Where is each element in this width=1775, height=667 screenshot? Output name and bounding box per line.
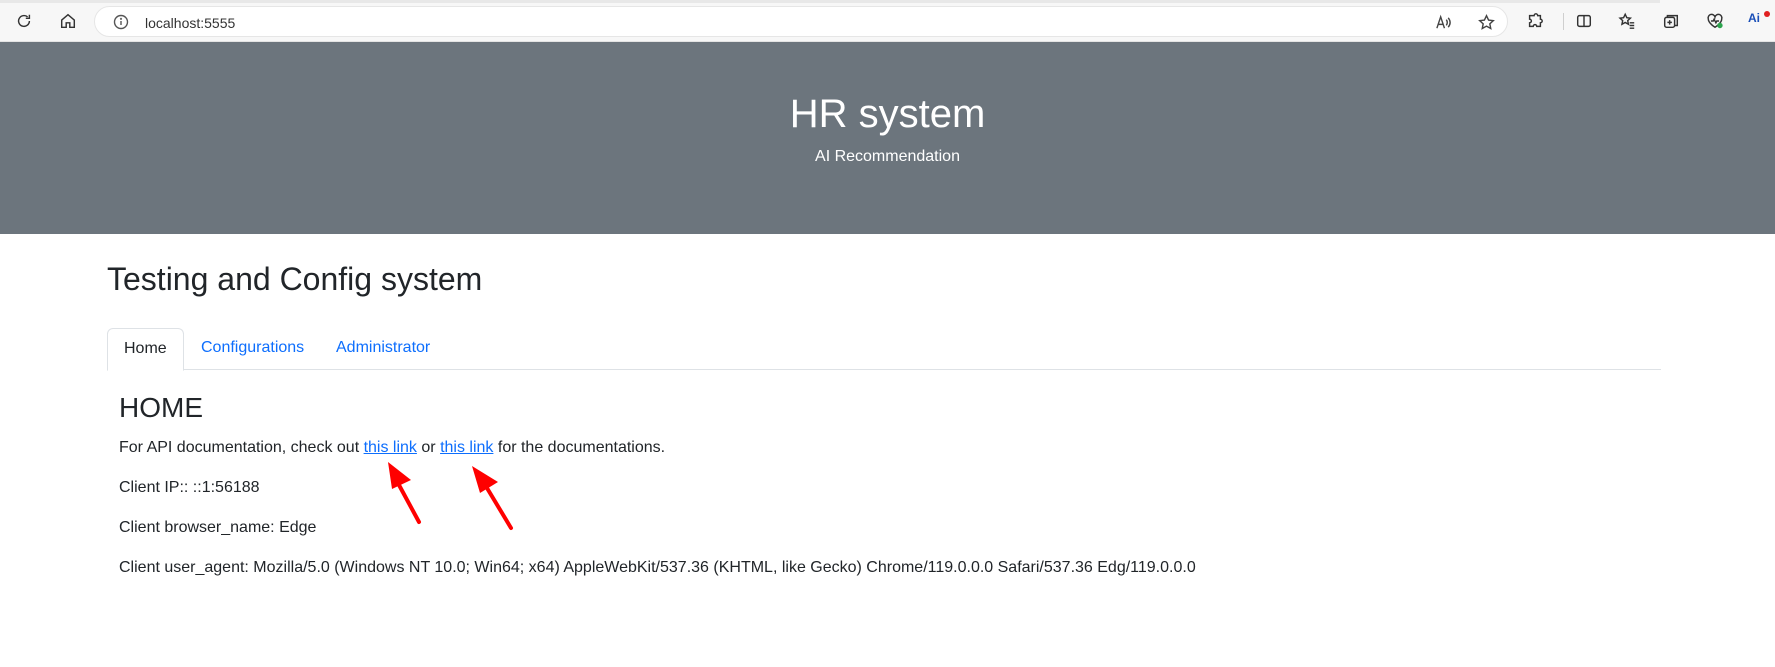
extensions-icon[interactable] xyxy=(1525,11,1545,31)
section-heading: HOME xyxy=(119,392,203,423)
tab-administrator[interactable]: Administrator xyxy=(320,328,446,370)
api-text-middle: or xyxy=(416,439,441,456)
api-doc-link-1[interactable]: this link xyxy=(364,439,417,456)
read-aloud-icon[interactable] xyxy=(1435,14,1453,32)
refresh-icon[interactable] xyxy=(14,11,34,31)
tab-configurations[interactable]: Configurations xyxy=(185,328,320,370)
client-user-agent: Client user_agent: Mozilla/5.0 (Windows … xyxy=(119,559,1196,576)
info-icon[interactable] xyxy=(113,14,129,30)
favorite-star-icon[interactable] xyxy=(1478,14,1496,32)
address-bar[interactable]: localhost:5555 xyxy=(94,6,1508,37)
ai-badge-icon[interactable]: Ai xyxy=(1748,11,1770,31)
home-icon[interactable] xyxy=(58,11,78,31)
collections-icon[interactable] xyxy=(1661,11,1681,31)
toolbar-separator xyxy=(1563,13,1564,30)
favorites-icon[interactable] xyxy=(1617,11,1637,31)
site-title: HR system xyxy=(789,92,986,136)
tab-home[interactable]: Home xyxy=(107,328,184,371)
client-browser-name: Client browser_name: Edge xyxy=(119,519,317,536)
ai-badge-text: Ai xyxy=(1748,11,1760,25)
api-doc-text: For API documentation, check out this li… xyxy=(119,436,1619,460)
api-text-before: For API documentation, check out xyxy=(119,439,364,456)
tab-strip-edge xyxy=(0,0,1660,3)
split-screen-icon[interactable] xyxy=(1574,11,1594,31)
page-title: Testing and Config system xyxy=(107,261,483,297)
tab-bar: Home Configurations Administrator xyxy=(107,328,1661,371)
browser-essentials-icon[interactable] xyxy=(1705,11,1725,31)
notification-dot xyxy=(1764,11,1770,17)
api-doc-link-2[interactable]: this link xyxy=(440,439,493,456)
home-panel: HOME For API documentation, check out th… xyxy=(119,394,1619,596)
site-header: HR system AI Recommendation xyxy=(0,42,1775,234)
api-text-after: for the documentations. xyxy=(493,439,666,456)
url-text[interactable]: localhost:5555 xyxy=(145,15,235,31)
client-ip: Client IP:: ::1:56188 xyxy=(119,479,260,496)
browser-toolbar: localhost:5555 Ai xyxy=(0,0,1775,42)
site-subtitle: AI Recommendation xyxy=(815,148,960,165)
